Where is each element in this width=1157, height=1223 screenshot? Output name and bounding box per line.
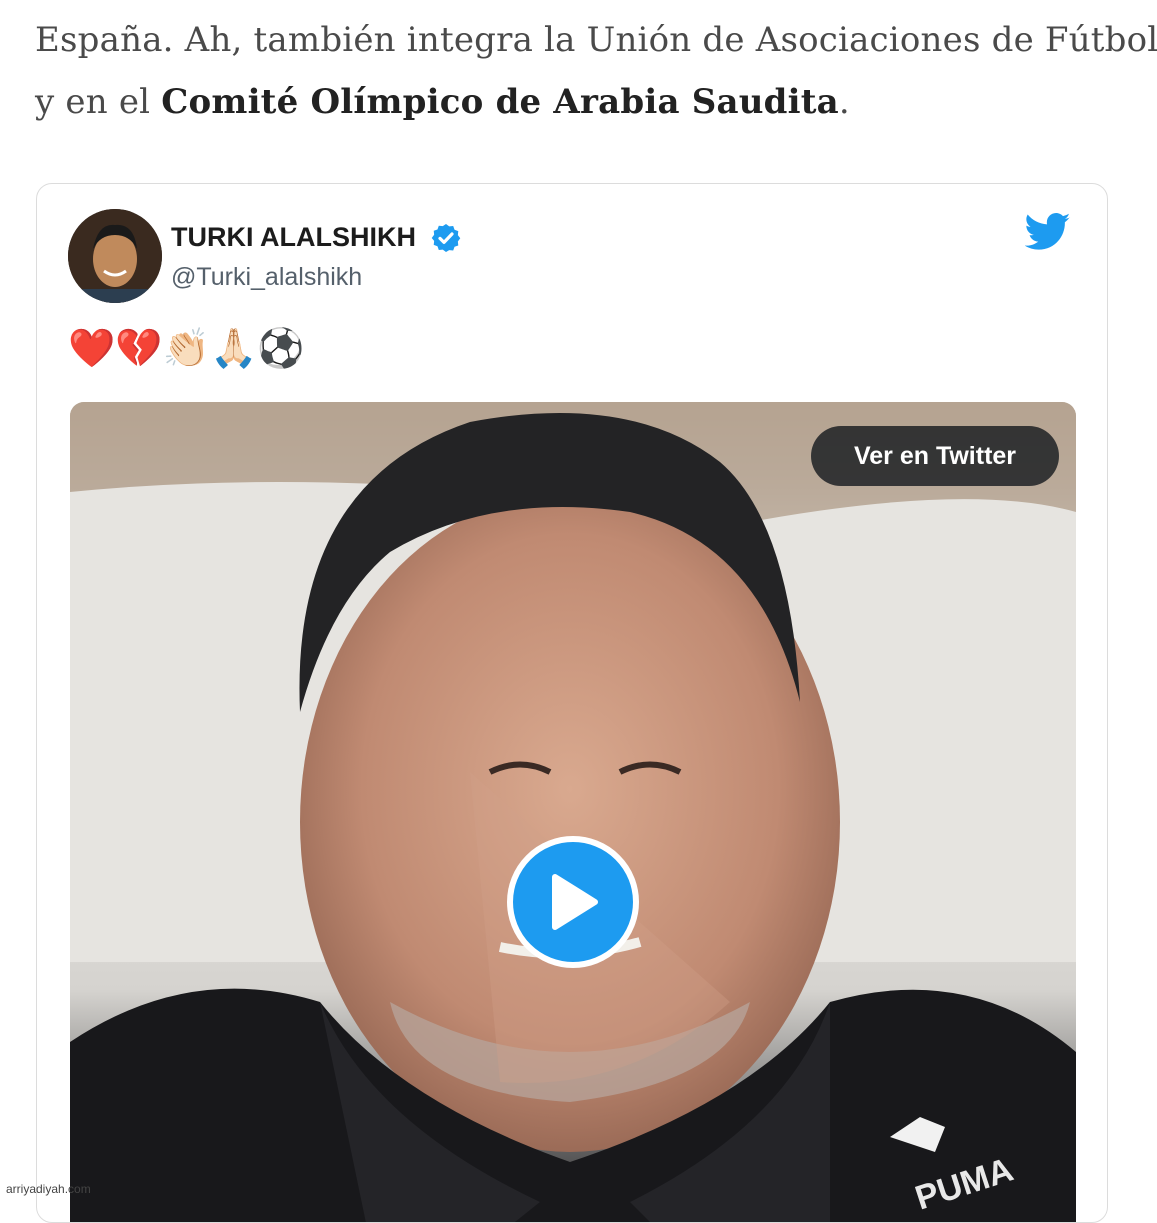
view-on-twitter-button[interactable]: Ver en Twitter bbox=[811, 426, 1059, 486]
watermark: arriyadiyah.com bbox=[6, 1182, 91, 1196]
article-text-bold: Comité Olímpico de Arabia Saudita bbox=[161, 82, 839, 122]
play-icon bbox=[552, 874, 598, 930]
avatar[interactable] bbox=[68, 209, 162, 303]
article-text-line-2: y en el Comité Olímpico de Arabia Saudit… bbox=[35, 82, 850, 122]
article-text-plain: y en el bbox=[35, 82, 162, 122]
tweet-author-name[interactable]: TURKI ALALSHIKH bbox=[171, 222, 416, 253]
twitter-bird-icon[interactable] bbox=[1025, 212, 1071, 252]
embedded-tweet-card[interactable]: TURKI ALALSHIKH @Turki_alalshikh ❤️💔👏🏻🙏🏻… bbox=[36, 183, 1108, 1223]
tweet-video[interactable]: PUMA Ver en Twitter bbox=[70, 402, 1076, 1222]
verified-badge-icon bbox=[431, 224, 461, 252]
article-text-period: . bbox=[838, 82, 850, 122]
article-text-line-1: España. Ah, también integra la Unión de … bbox=[35, 20, 1157, 60]
tweet-author-handle[interactable]: @Turki_alalshikh bbox=[171, 263, 362, 292]
tweet-emoji-text: ❤️💔👏🏻🙏🏻⚽ bbox=[68, 326, 305, 370]
video-thumbnail: PUMA bbox=[70, 402, 1076, 1222]
play-button[interactable] bbox=[507, 836, 639, 968]
